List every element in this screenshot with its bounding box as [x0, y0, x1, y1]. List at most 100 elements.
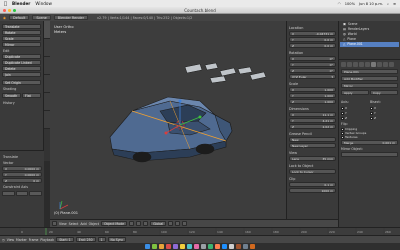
mirror-button[interactable]: Mirror — [2, 42, 41, 47]
axis-y-checkbox[interactable]: Y — [341, 111, 369, 115]
location-z-field[interactable]: Z 0.0 m — [289, 43, 336, 48]
app-menu[interactable]: Blender — [12, 1, 30, 6]
minimize-button[interactable] — [8, 9, 11, 12]
shading-icon[interactable] — [129, 221, 135, 226]
render-engine-select[interactable]: Blender Render — [53, 15, 88, 20]
dock-app-icon[interactable] — [187, 244, 192, 249]
clock-icon[interactable]: ◷ — [2, 238, 5, 242]
outliner-item-plane-001[interactable]: △ Plane.001 — [340, 42, 399, 47]
render-tab-icon[interactable] — [341, 62, 346, 67]
scale-z-field[interactable]: Z 1.000 — [289, 99, 336, 104]
axis-z-checkbox[interactable]: Z — [341, 116, 369, 120]
manipulator-icon[interactable] — [143, 221, 149, 226]
constraint-z-checkbox[interactable] — [29, 191, 43, 196]
dock-app-icon[interactable] — [229, 244, 234, 249]
vector-y-field[interactable]: Y 0.0000 m — [2, 172, 42, 177]
editor-type-icon[interactable] — [52, 221, 57, 226]
modifier-name-field[interactable]: Mirror — [341, 83, 398, 88]
copy-button[interactable]: Copy — [370, 90, 398, 95]
dock-app-icon[interactable] — [166, 244, 171, 249]
dimensions-y-field[interactable]: Y 4.21 m — [289, 118, 336, 123]
view-label[interactable]: View — [289, 151, 336, 155]
texture-tab-icon[interactable] — [389, 62, 394, 67]
dock-app-icon[interactable] — [145, 244, 150, 249]
rotation-z-field[interactable]: Z 0° — [289, 68, 336, 73]
pivot-icon[interactable] — [136, 221, 142, 226]
dock-app-icon[interactable] — [236, 244, 241, 249]
blender-logo-icon[interactable]: ◉ — [3, 16, 6, 20]
dock-app-icon[interactable] — [180, 244, 185, 249]
clip-start-field[interactable]: 0.1 m — [289, 182, 336, 187]
car-model[interactable] — [109, 96, 233, 163]
select-menu[interactable]: Select — [69, 222, 79, 226]
rotation-x-field[interactable]: X 0° — [289, 56, 336, 61]
current-frame-field[interactable]: 1 — [97, 237, 106, 242]
dock-app-icon[interactable] — [194, 244, 199, 249]
object-tab-icon[interactable] — [365, 62, 370, 67]
transform-orientation-select[interactable]: Global — [150, 221, 167, 226]
rotation-mode-select[interactable]: XYZ Euler ▾ — [289, 74, 336, 79]
apply-button[interactable]: Apply — [341, 90, 369, 95]
modifier-wrench-icon[interactable] — [371, 62, 376, 67]
dock-app-icon[interactable] — [215, 244, 220, 249]
translate-button[interactable]: Translate — [2, 24, 41, 29]
dock-app-icon[interactable] — [243, 244, 248, 249]
location-y-field[interactable]: Y 0.0 m — [289, 37, 336, 42]
delete-button[interactable]: Delete — [2, 66, 41, 71]
lens-field[interactable]: Lens 35 mm — [289, 156, 336, 161]
object-name-field[interactable]: Plane.001 — [341, 69, 398, 74]
screen-layout-select[interactable]: Default — [8, 15, 30, 20]
dock-app-icon[interactable] — [250, 244, 255, 249]
join-button[interactable]: Join — [2, 72, 41, 77]
layers-icon[interactable] — [168, 221, 174, 226]
vector-z-field[interactable]: Z0 m — [2, 178, 42, 183]
marker-menu[interactable]: Marker — [16, 238, 27, 242]
mode-select[interactable]: Object Mode — [100, 221, 128, 226]
scale-x-field[interactable]: X 1.000 — [289, 87, 336, 92]
bisect-y-checkbox[interactable]: Y — [370, 111, 398, 115]
duplicate-button[interactable]: Duplicate — [2, 54, 41, 59]
snap-icon[interactable] — [175, 221, 181, 226]
location-x-field[interactable]: X -0.04731 m — [289, 31, 336, 36]
zoom-button[interactable] — [13, 9, 16, 12]
edit-section-label[interactable]: Edit — [3, 49, 41, 53]
clip-end-field[interactable]: 1000 m — [289, 188, 336, 193]
mirror-object-field[interactable] — [341, 152, 398, 157]
rotation-y-field[interactable]: Y 0° — [289, 62, 336, 67]
object-menu[interactable]: Object — [89, 222, 99, 226]
constraint-x-checkbox[interactable] — [2, 191, 15, 196]
bisect-x-checkbox[interactable]: X — [370, 106, 398, 110]
operator-title[interactable]: Translate — [3, 155, 42, 159]
history-label[interactable]: History — [3, 101, 41, 105]
dock-app-icon[interactable] — [222, 244, 227, 249]
merge-limit-field[interactable]: Merge 0.001 m — [341, 140, 398, 145]
search-icon[interactable]: ⌕ — [387, 2, 389, 6]
playback-menu[interactable]: Playback — [40, 238, 54, 242]
add-modifier-button[interactable]: Add Modifier — [341, 76, 398, 81]
dock-app-icon[interactable] — [201, 244, 206, 249]
view-menu[interactable]: View — [59, 222, 67, 226]
dock-app-icon[interactable] — [208, 244, 213, 249]
textures-checkbox[interactable]: Textures — [341, 135, 398, 139]
lock-to-cursor-checkbox[interactable]: Lock to Cursor — [289, 169, 336, 174]
scene-select[interactable]: Scene — [32, 15, 51, 20]
menu-window[interactable]: Window — [35, 1, 52, 6]
grease-pencil-new-button[interactable]: New — [289, 137, 336, 142]
start-frame-field[interactable]: Start: 1 — [56, 237, 74, 242]
rotate-button[interactable]: Rotate — [2, 30, 41, 35]
data-tab-icon[interactable] — [377, 62, 382, 67]
layers-tab-icon[interactable] — [347, 62, 352, 67]
end-frame-field[interactable]: End: 250 — [75, 237, 96, 242]
scene-tab-icon[interactable] — [353, 62, 358, 67]
apple-icon[interactable]:  — [4, 1, 7, 7]
frame-menu[interactable]: Frame — [29, 238, 39, 242]
constraint-y-checkbox[interactable] — [15, 191, 29, 196]
timeline[interactable]: 0 20 40 60 80 100 120 140 160 180 200 220 240 260 — [0, 227, 400, 236]
scale-button[interactable]: Scale — [2, 36, 41, 41]
grease-pencil-label[interactable]: Grease Pencil — [289, 132, 336, 136]
axis-x-checkbox[interactable]: X — [341, 106, 369, 110]
smooth-button[interactable]: Smooth — [2, 93, 21, 98]
new-layer-button[interactable]: New Layer — [289, 143, 336, 148]
bisect-z-checkbox[interactable]: Z — [370, 116, 398, 120]
dimensions-z-field[interactable]: Z 2.02 m — [289, 124, 336, 129]
